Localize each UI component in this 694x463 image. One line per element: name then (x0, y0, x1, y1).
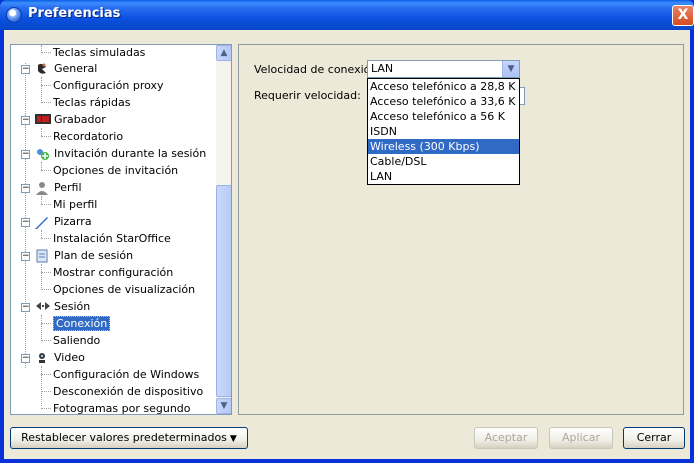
tree-item-fotogramas[interactable]: Fotogramas por segundo (41, 401, 191, 415)
tree-item-label: Sesión (54, 300, 91, 313)
app-icon (6, 7, 22, 23)
collapse-perfil-icon[interactable]: − (21, 184, 30, 193)
session-plan-icon (35, 249, 51, 263)
tree-item-opciones-visualizacion[interactable]: Opciones de visualización (41, 282, 195, 298)
speed-option-highlighted[interactable]: Wireless (300 Kbps) (368, 139, 519, 154)
preferences-tree: Teclas simuladas − General Configuración… (10, 44, 232, 415)
close-button[interactable]: X (672, 5, 694, 26)
tree-item-conexion[interactable]: Conexión (41, 316, 111, 332)
speed-option[interactable]: Cable/DSL (368, 154, 519, 169)
collapse-plan-sesion-icon[interactable]: − (21, 252, 30, 261)
speed-option[interactable]: Acceso telefónico a 28,8 K (368, 79, 519, 94)
tree-item-saliendo[interactable]: Saliendo (41, 333, 100, 349)
whiteboard-icon (35, 215, 51, 229)
collapse-video-icon[interactable]: − (21, 354, 30, 363)
tree-item-perfil[interactable]: Perfil (35, 180, 82, 196)
tree-item-plan-sesion[interactable]: Plan de sesión (35, 248, 133, 264)
scroll-down-icon[interactable]: ▼ (216, 398, 231, 414)
tree-item-desconexion-dispositivo[interactable]: Desconexión de dispositivo (41, 384, 203, 400)
collapse-grabador-icon[interactable]: − (21, 116, 30, 125)
tree-item-teclas-simuladas[interactable]: Teclas simuladas (41, 45, 145, 61)
tree-item-label: Plan de sesión (54, 249, 134, 262)
tree-item-label: Grabador (54, 113, 106, 126)
tree-item-video[interactable]: Video (35, 350, 85, 366)
tree-item-label: Pizarra (54, 215, 92, 228)
speed-option[interactable]: LAN (368, 169, 519, 184)
require-speed-field[interactable] (520, 87, 525, 105)
close-dialog-button[interactable]: Cerrar (623, 427, 685, 449)
collapse-general-icon[interactable]: − (21, 65, 30, 74)
tree-item-label: Mi perfil (53, 198, 98, 211)
tree-item-label: Video (54, 351, 85, 364)
tree-list: Teclas simuladas − General Configuración… (11, 45, 216, 414)
title-bar[interactable]: Preferencias X (0, 0, 694, 30)
speed-dropdown-list: Acceso telefónico a 28,8 K Acceso telefó… (367, 78, 520, 185)
tree-item-mi-perfil[interactable]: Mi perfil (41, 197, 97, 213)
tree-item-label: Saliendo (53, 334, 101, 347)
recorder-icon (35, 113, 51, 127)
tree-item-teclas-rapidas[interactable]: Teclas rápidas (41, 95, 130, 111)
tree-item-label: Opciones de invitación (53, 164, 179, 177)
tree-item-label: Fotogramas por segundo (53, 402, 191, 415)
video-icon (35, 351, 51, 365)
dropdown-arrow-icon: ▼ (229, 434, 237, 444)
tree-item-label: Teclas rápidas (53, 96, 131, 109)
require-speed-label: Requerir velocidad: (254, 89, 361, 102)
tree-scrollbar[interactable]: ▲ ▼ (216, 45, 231, 414)
tree-item-sesion[interactable]: Sesión (35, 299, 90, 315)
window-title: Preferencias (28, 6, 121, 21)
session-icon (35, 300, 51, 314)
restore-defaults-button[interactable]: Restablecer valores predeterminados ▼ (10, 427, 248, 449)
tree-item-label-selected: Conexión (53, 316, 111, 331)
tree-item-mostrar-configuracion[interactable]: Mostrar configuración (41, 265, 173, 281)
scroll-thumb[interactable] (216, 185, 231, 397)
collapse-invitacion-icon[interactable]: − (21, 150, 30, 159)
tree-item-label: Perfil (54, 181, 82, 194)
collapse-pizarra-icon[interactable]: − (21, 218, 30, 227)
collapse-sesion-icon[interactable]: − (21, 303, 30, 312)
tree-item-grabador[interactable]: Grabador (35, 112, 106, 128)
speed-option[interactable]: Acceso telefónico a 56 K (368, 109, 519, 124)
speed-select[interactable]: LAN ▼ (367, 60, 520, 78)
tree-item-invitacion[interactable]: Invitación durante la sesión (35, 146, 206, 162)
tree-item-instalacion-staroffice[interactable]: Instalación StarOffice (41, 231, 171, 247)
accept-button[interactable]: Aceptar (474, 427, 538, 449)
profile-icon (35, 181, 51, 195)
tree-item-recordatorio[interactable]: Recordatorio (41, 129, 123, 145)
tree-item-label: Teclas simuladas (53, 46, 146, 59)
speed-option[interactable]: ISDN (368, 124, 519, 139)
dialog-body: Teclas simuladas − General Configuración… (4, 30, 690, 459)
restore-defaults-label: Restablecer valores predeterminados (21, 431, 227, 444)
speed-label: Velocidad de conexión: (254, 63, 382, 76)
connection-settings-panel: Velocidad de conexión: Requerir velocida… (238, 44, 684, 415)
tree-item-label: General (54, 62, 98, 75)
tree-item-label: Configuración proxy (53, 79, 164, 92)
tree-item-general[interactable]: General (35, 61, 97, 77)
tree-item-opciones-invitacion[interactable]: Opciones de invitación (41, 163, 178, 179)
tree-item-label: Desconexión de dispositivo (53, 385, 204, 398)
tree-item-configuracion-proxy[interactable]: Configuración proxy (41, 78, 164, 94)
tree-item-label: Recordatorio (53, 130, 124, 143)
tree-item-label: Mostrar configuración (53, 266, 174, 279)
tree-item-label: Opciones de visualización (53, 283, 196, 296)
tree-item-configuracion-windows[interactable]: Configuración de Windows (41, 367, 199, 383)
apply-button[interactable]: Aplicar (549, 427, 613, 449)
tree-item-pizarra[interactable]: Pizarra (35, 214, 92, 230)
tree-item-label: Invitación durante la sesión (54, 147, 207, 160)
tree-item-label: Configuración de Windows (53, 368, 200, 381)
scroll-up-icon[interactable]: ▲ (216, 45, 231, 61)
invitation-icon (35, 147, 51, 161)
general-icon (35, 62, 51, 76)
speed-select-value: LAN (371, 62, 394, 75)
tree-item-label: Instalación StarOffice (53, 232, 171, 245)
chevron-down-icon[interactable]: ▼ (502, 61, 519, 77)
speed-option[interactable]: Acceso telefónico a 33,6 K (368, 94, 519, 109)
preferences-window: Preferencias X Teclas simuladas − Genera… (0, 0, 694, 463)
